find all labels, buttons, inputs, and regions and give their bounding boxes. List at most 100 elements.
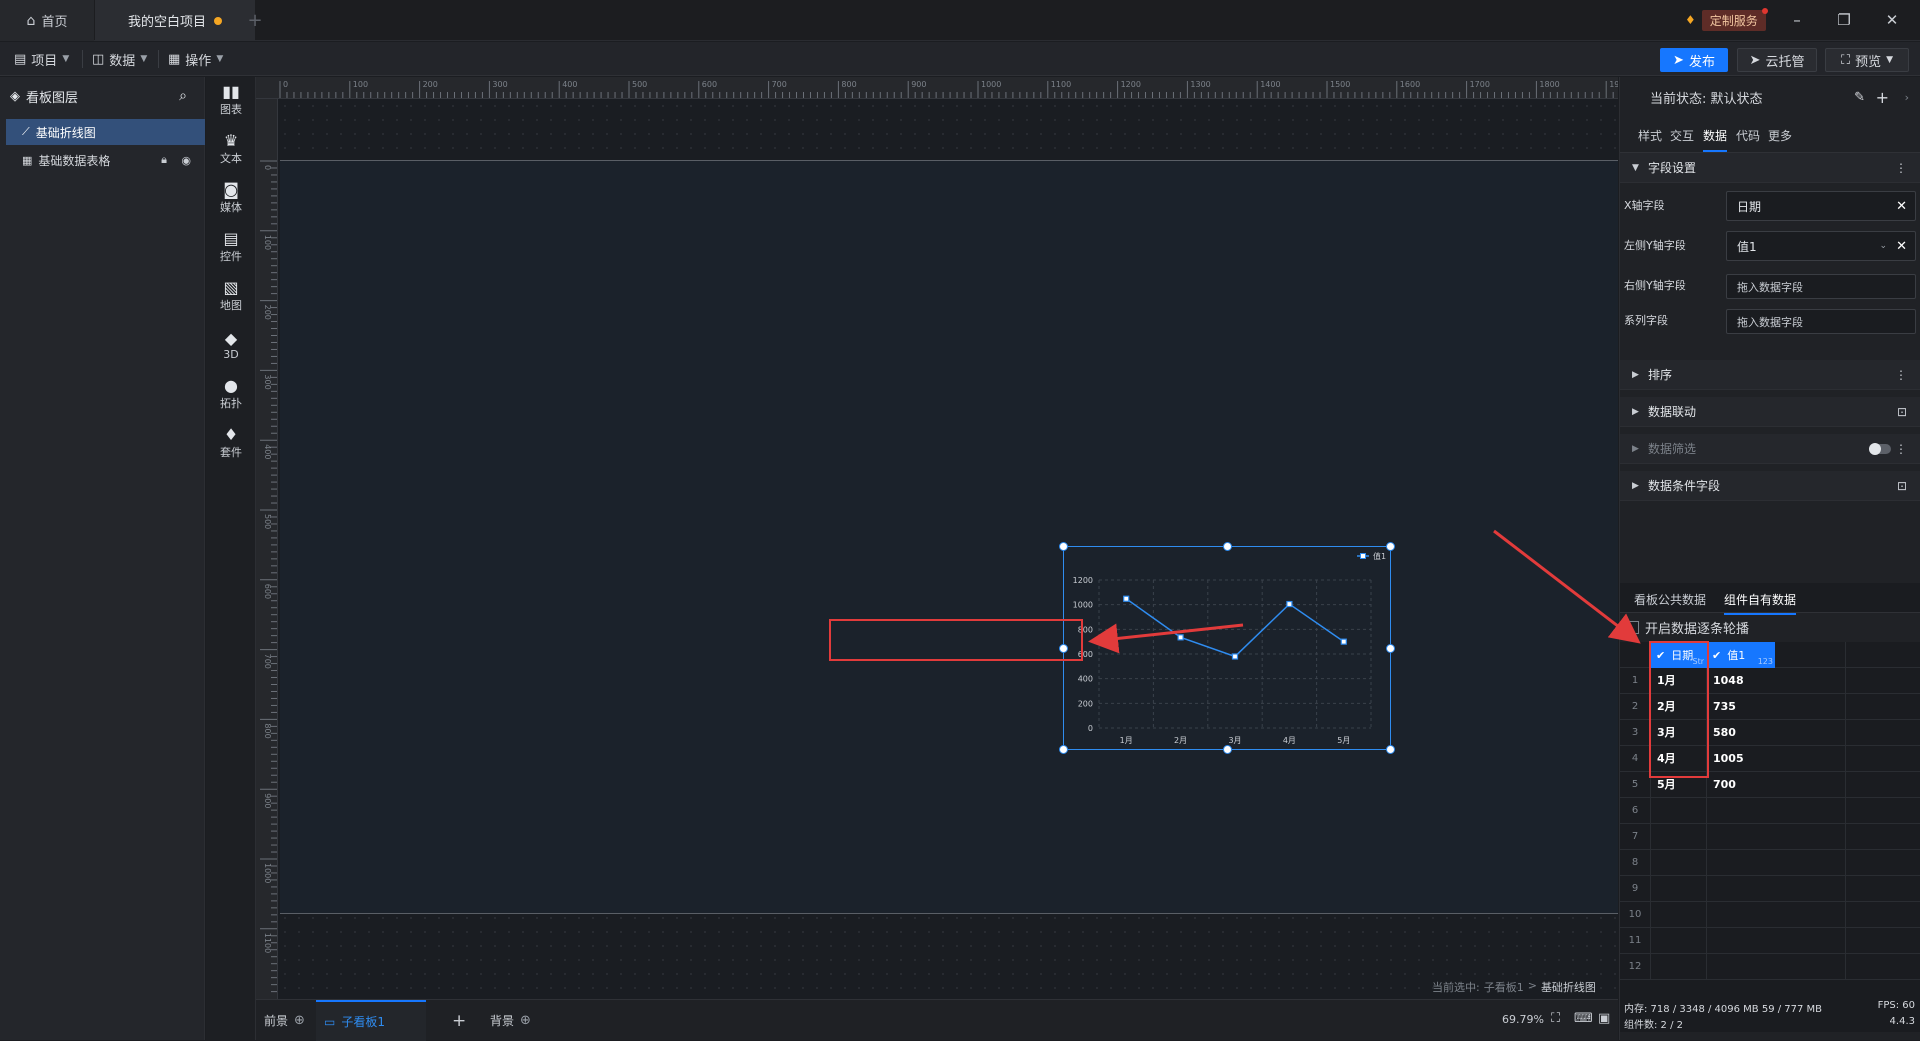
resize-handle[interactable]	[1223, 745, 1232, 754]
table-cell[interactable]	[1706, 824, 1775, 850]
more-vertical-icon[interactable]: ⋮	[1895, 442, 1907, 456]
table-cell[interactable]: 735	[1706, 694, 1775, 720]
resize-handle[interactable]	[1059, 542, 1068, 551]
tab-foreground[interactable]: 前景 ⊕	[264, 1000, 305, 1041]
tab-public-data[interactable]: 看板公共数据	[1634, 591, 1706, 608]
table-cell[interactable]	[1706, 928, 1775, 954]
keyboard-icon[interactable]: ⌨	[1574, 1011, 1593, 1026]
tab-more[interactable]: 更多	[1768, 127, 1792, 144]
hidden-eye-icon[interactable]: ◉	[181, 154, 191, 167]
close-window-button[interactable]: ✕	[1880, 8, 1904, 32]
terminal-icon[interactable]: ▣	[1598, 1011, 1610, 1026]
check-icon[interactable]: ✔	[1712, 649, 1721, 662]
resize-handle[interactable]	[1223, 542, 1232, 551]
search-icon[interactable]: ⌕	[179, 88, 187, 104]
table-cell[interactable]	[1845, 772, 1915, 798]
table-cell[interactable]: 580	[1706, 720, 1775, 746]
edit-icon[interactable]: ✎	[1854, 90, 1865, 105]
table-row[interactable]: 9	[1620, 876, 1920, 902]
more-vertical-icon[interactable]: ⋮	[1895, 368, 1907, 382]
table-cell[interactable]	[1845, 876, 1915, 902]
component-3d[interactable]: ◆ 3D	[206, 322, 256, 368]
column-header[interactable]: ✔ 值1 123	[1706, 642, 1775, 668]
table-row[interactable]: 12	[1620, 954, 1920, 980]
fit-screen-icon[interactable]: ⛶	[1551, 1011, 1560, 1026]
table-cell[interactable]	[1650, 850, 1706, 876]
tab-interaction[interactable]: 交互	[1670, 127, 1694, 144]
chevron-right-icon[interactable]: ›	[1905, 91, 1909, 104]
board-area[interactable]	[280, 160, 1618, 914]
table-cell[interactable]	[1845, 798, 1915, 824]
section-data-filter[interactable]: ▶ 数据筛选 ⋮	[1620, 434, 1920, 464]
menu-operation[interactable]: ▦ 操作 ▼	[168, 49, 223, 69]
table-cell[interactable]	[1845, 720, 1915, 746]
section-data-linkage[interactable]: ▶ 数据联动 ⊡	[1620, 397, 1920, 427]
resize-handle[interactable]	[1386, 644, 1395, 653]
plus-icon[interactable]: +	[1876, 88, 1889, 107]
table-cell[interactable]	[1845, 694, 1915, 720]
table-cell[interactable]	[1650, 824, 1706, 850]
left-y-field-input[interactable]: 值1 ⌄ ✕	[1726, 231, 1916, 261]
resize-handle[interactable]	[1386, 745, 1395, 754]
section-data-condition[interactable]: ▶ 数据条件字段 ⊡	[1620, 471, 1920, 501]
layer-item-line-chart[interactable]: ⟋ 基础折线图	[6, 119, 205, 145]
table-cell[interactable]	[1650, 928, 1706, 954]
section-field-settings[interactable]: ▼ 字段设置 ⋮	[1620, 153, 1920, 183]
add-tab-button[interactable]: +	[244, 0, 266, 41]
clear-icon[interactable]: ✕	[1896, 199, 1907, 214]
table-cell[interactable]	[1650, 954, 1706, 980]
table-cell[interactable]	[1706, 850, 1775, 876]
table-cell[interactable]	[1845, 824, 1915, 850]
table-cell[interactable]	[1706, 902, 1775, 928]
tab-code[interactable]: 代码	[1736, 127, 1760, 144]
preview-button[interactable]: ⛶ 预览 ▼	[1825, 48, 1909, 72]
table-cell[interactable]: 1048	[1706, 668, 1775, 694]
table-cell[interactable]	[1845, 954, 1915, 980]
table-cell[interactable]	[1650, 876, 1706, 902]
x-field-input[interactable]: 日期 ✕	[1726, 191, 1916, 221]
component-control[interactable]: ▤ 控件	[206, 224, 256, 270]
table-cell[interactable]: 700	[1706, 772, 1775, 798]
section-sort[interactable]: ▶ 排序 ⋮	[1620, 360, 1920, 390]
table-cell[interactable]	[1845, 928, 1915, 954]
table-row[interactable]: 10	[1620, 902, 1920, 928]
tab-style[interactable]: 样式	[1638, 127, 1662, 144]
component-media[interactable]: ◙ 媒体	[206, 175, 256, 221]
tab-own-data[interactable]: 组件自有数据	[1724, 591, 1797, 615]
tab-child-board[interactable]: ▭ 子看板1	[316, 1000, 426, 1041]
table-cell[interactable]	[1650, 902, 1706, 928]
series-field-input[interactable]: 拖入数据字段	[1726, 309, 1916, 334]
carousel-checkbox[interactable]	[1626, 621, 1639, 634]
carousel-option[interactable]: 开启数据逐条轮播	[1626, 618, 1749, 637]
custom-service-button[interactable]: ♦ 定制服务	[1685, 7, 1768, 31]
table-cell[interactable]	[1650, 798, 1706, 824]
table-row[interactable]: 6	[1620, 798, 1920, 824]
layer-item-data-table[interactable]: ▦ 基础数据表格 🔒︎ ◉	[6, 147, 205, 173]
table-cell[interactable]	[1845, 746, 1915, 772]
table-cell[interactable]	[1706, 876, 1775, 902]
publish-button[interactable]: ➤ 发布	[1660, 48, 1728, 72]
menu-data[interactable]: ◫ 数据 ▼	[92, 49, 147, 69]
more-vertical-icon[interactable]: ⋮	[1895, 161, 1907, 175]
table-cell[interactable]	[1845, 902, 1915, 928]
tab-background[interactable]: 背景 ⊕	[490, 1000, 531, 1041]
table-cell[interactable]	[1845, 850, 1915, 876]
table-cell[interactable]	[1706, 798, 1775, 824]
component-suite[interactable]: ♦ 套件	[206, 420, 256, 466]
minimize-button[interactable]: –	[1785, 8, 1809, 32]
table-row[interactable]: 7	[1620, 824, 1920, 850]
table-row[interactable]: 11	[1620, 928, 1920, 954]
component-chart[interactable]: ▮▮ 图表	[206, 77, 256, 123]
right-y-field-input[interactable]: 拖入数据字段	[1726, 274, 1916, 299]
canvas[interactable]: 0 200 400 600 800 1000 1200 1月 2月 3月 4月 5月 值1 当前选中: …	[278, 99, 1618, 999]
menu-project[interactable]: ▤ 项目 ▼	[14, 49, 69, 69]
restore-button[interactable]: ❐	[1832, 8, 1856, 32]
component-topology[interactable]: ● 拓扑	[206, 371, 256, 417]
lock-icon[interactable]: 🔒︎	[161, 153, 167, 167]
resize-handle[interactable]	[1059, 745, 1068, 754]
cloud-host-button[interactable]: ➤ 云托管	[1737, 48, 1817, 72]
resize-handle[interactable]	[1386, 542, 1395, 551]
add-board-button[interactable]: +	[452, 1000, 466, 1041]
table-cell[interactable]	[1706, 954, 1775, 980]
selection-frame[interactable]	[1059, 542, 1395, 754]
